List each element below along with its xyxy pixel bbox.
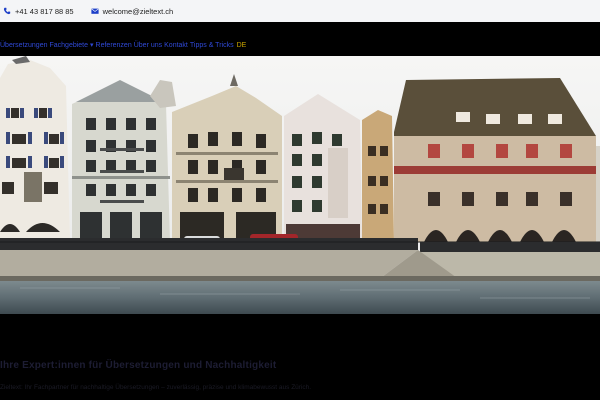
page-description: Zieltext: Ihr Fachpartner für nachhaltig… xyxy=(0,384,312,391)
nav-item-fachgebiete[interactable]: Fachgebiete xyxy=(49,42,88,49)
nav-links: Übersetzungen Fachgebiete ▾ Referenzen Ü… xyxy=(0,39,248,51)
phone-contact[interactable]: +41 43 817 88 85 xyxy=(3,7,74,16)
language-switcher[interactable]: DE xyxy=(237,42,247,49)
phone-icon xyxy=(3,7,11,15)
phone-number[interactable]: +41 43 817 88 85 xyxy=(15,7,74,16)
nav-item-kontakt[interactable]: Kontakt xyxy=(164,42,188,49)
zurich-waterfront-illustration xyxy=(0,56,600,314)
top-contact-bar: +41 43 817 88 85 welcome@zieltext.ch xyxy=(0,0,600,22)
page-headline: Ihre Expert:innen für Übersetzungen und … xyxy=(0,360,277,371)
nav-item-referenzen[interactable]: Referenzen xyxy=(96,42,132,49)
email-address[interactable]: welcome@zieltext.ch xyxy=(103,7,174,16)
nav-item-tipps[interactable]: Tipps & Tricks xyxy=(190,42,234,49)
email-contact[interactable]: welcome@zieltext.ch xyxy=(91,7,174,16)
hero-image xyxy=(0,56,600,314)
nav-item-uebersetzungen[interactable]: Übersetzungen xyxy=(0,42,47,49)
mail-icon xyxy=(91,8,99,14)
nav-item-ueber-uns[interactable]: Über uns xyxy=(134,42,162,49)
chevron-down-icon: ▾ xyxy=(90,42,94,49)
main-navigation: Übersetzungen Fachgebiete ▾ Referenzen Ü… xyxy=(0,22,600,56)
